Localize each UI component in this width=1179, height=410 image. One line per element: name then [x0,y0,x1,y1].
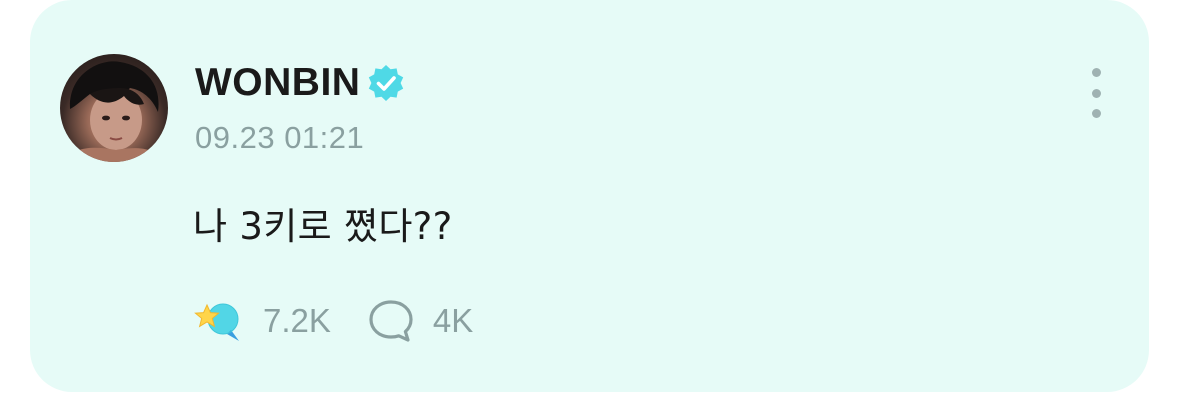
author-name[interactable]: WONBIN [195,61,360,105]
like-button[interactable]: 7.2K [193,297,331,345]
avatar[interactable] [60,54,168,162]
author-row: WONBIN [195,58,406,108]
comment-button[interactable]: 4K [367,298,473,344]
more-vertical-icon[interactable] [1084,68,1108,118]
star-bubble-icon [194,303,239,341]
like-count: 7.2K [263,302,331,339]
comment-count: 4K [432,302,474,339]
post-timestamp: 09.23 01:21 [195,120,365,155]
post-actions: 7.2K 4K [193,295,473,347]
post-text: 나 3키로 쪘다?? [193,205,453,248]
verified-badge-icon [369,65,404,101]
more-dot [1091,68,1101,77]
more-dot [1091,88,1101,98]
more-dot [1091,109,1101,118]
comment-bubble-icon [369,300,413,342]
